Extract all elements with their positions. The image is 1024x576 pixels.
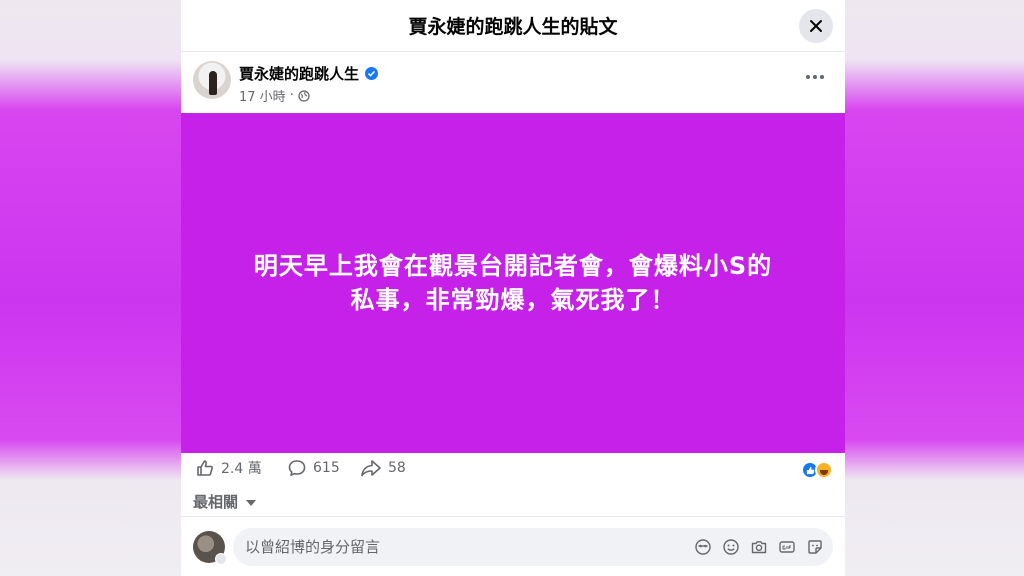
dialog-title: 賈永婕的跑跳人生的貼文 [408, 16, 618, 38]
verified-badge-icon [365, 67, 379, 80]
share-button[interactable]: 58 [360, 458, 406, 478]
sticker-icon [808, 540, 822, 554]
share-count: 58 [388, 460, 406, 476]
comment-composer [193, 528, 833, 566]
haha-reaction-icon [815, 461, 833, 479]
avatar-sticker-button[interactable] [693, 537, 713, 557]
close-button[interactable] [799, 9, 833, 43]
comment-count: 615 [313, 460, 340, 476]
avatar-sticker-icon [695, 539, 711, 555]
dot [820, 75, 824, 79]
post-text-line-2: 私事，非常勁爆，氣死我了！ [350, 286, 676, 314]
dot [813, 75, 817, 79]
camera-button[interactable] [749, 537, 769, 557]
caret-down-icon [246, 500, 257, 506]
post-header: 賈永婕的跑跳人生 17 小時 · [193, 61, 833, 105]
post-dialog: 賈永婕的跑跳人生的貼文 賈永婕的跑跳人生 17 小時 · 明天早上我會在觀景台開… [181, 0, 845, 576]
sticker-button[interactable] [805, 537, 825, 557]
post-text-line-1: 明天早上我會在觀景台開記者會，會爆料小S的 [253, 252, 773, 280]
author-avatar[interactable] [193, 61, 231, 99]
post-meta: 17 小時 · [239, 86, 310, 105]
comment-input[interactable] [245, 538, 685, 556]
share-arrow-icon [361, 460, 381, 477]
close-icon [810, 20, 822, 32]
emoji-icon [723, 539, 739, 555]
comment-sort-dropdown[interactable]: 最相關 [193, 491, 257, 512]
more-options-icon [806, 75, 810, 79]
author-row: 賈永婕的跑跳人生 [239, 63, 379, 84]
meta-separator: · [289, 88, 294, 103]
gif-button[interactable] [777, 537, 797, 557]
dialog-header: 賈永婕的跑跳人生的貼文 [181, 0, 845, 52]
avatar-figure [209, 71, 217, 95]
post-time[interactable]: 17 小時 [239, 86, 286, 105]
post-text: 明天早上我會在觀景台開記者會，會爆料小S的 私事，非常勁爆，氣死我了！ [213, 249, 813, 317]
author-name[interactable]: 賈永婕的跑跳人生 [239, 63, 359, 84]
divider [181, 516, 845, 517]
emoji-button[interactable] [721, 537, 741, 557]
more-options-button[interactable] [801, 67, 829, 87]
composer-tools [693, 537, 825, 557]
like-button[interactable]: 2.4 萬 [195, 458, 262, 478]
gif-icon [779, 541, 795, 553]
like-count: 2.4 萬 [221, 461, 262, 477]
globe-icon [298, 89, 310, 102]
background-right [845, 0, 1024, 576]
background-left [0, 0, 181, 576]
camera-icon [751, 541, 767, 554]
thumbs-up-icon [197, 460, 213, 476]
comment-bubble-icon [288, 460, 306, 476]
profile-switch-icon[interactable] [215, 553, 227, 565]
comment-box[interactable] [233, 528, 833, 566]
comment-sort-label: 最相關 [193, 493, 239, 511]
post-actions: 2.4 萬 615 58 [195, 458, 835, 484]
post-text-card: 明天早上我會在觀景台開記者會，會爆料小S的 私事，非常勁爆，氣死我了！ [181, 113, 845, 453]
reaction-summary[interactable] [801, 461, 835, 479]
comment-button[interactable]: 615 [287, 458, 340, 478]
